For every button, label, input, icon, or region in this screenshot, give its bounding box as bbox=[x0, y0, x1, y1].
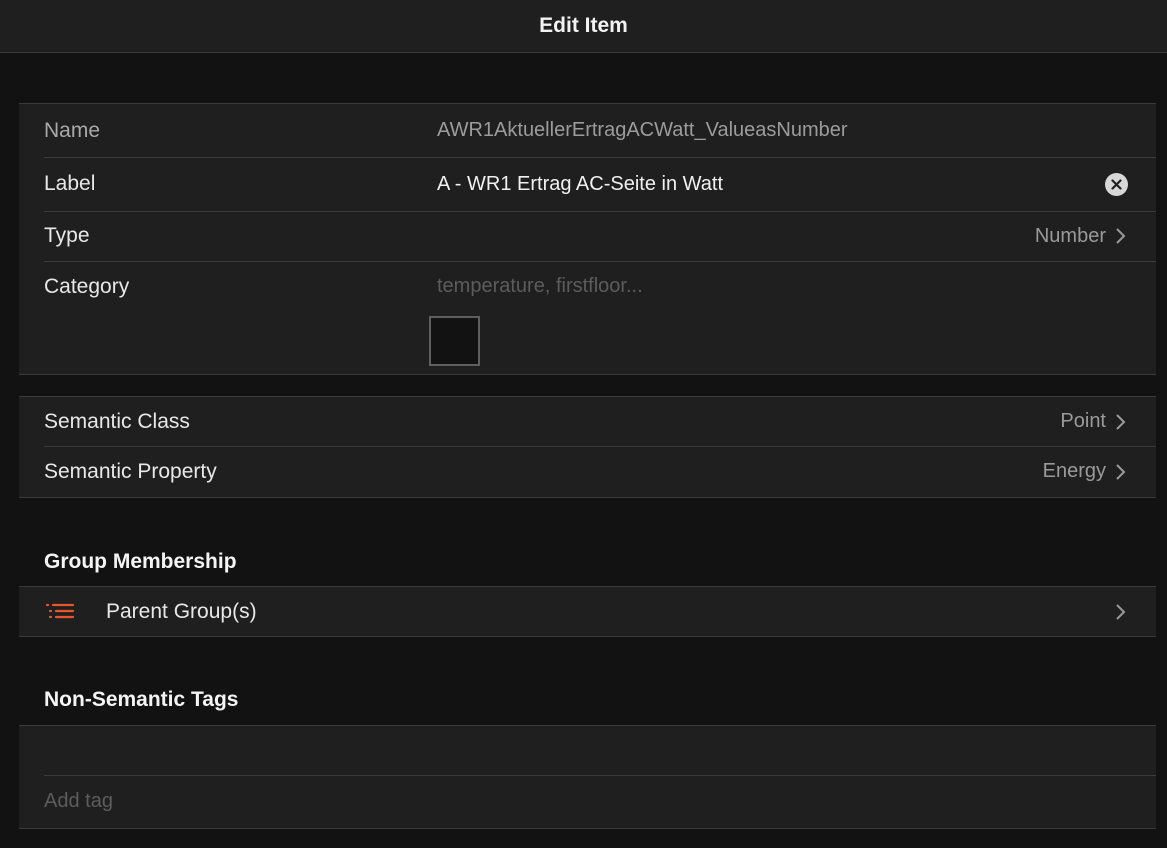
non-semantic-tags-title: Non-Semantic Tags bbox=[44, 688, 239, 711]
semantic-property-row[interactable]: Semantic Property Energy bbox=[19, 446, 1156, 497]
group-membership-list: Parent Group(s) bbox=[19, 586, 1156, 637]
semantic-property-label: Semantic Property bbox=[44, 459, 217, 483]
name-value: AWR1AktuellerErtragACWatt_ValueasNumber bbox=[437, 119, 848, 141]
clear-icon[interactable] bbox=[1105, 172, 1128, 196]
type-label: Type bbox=[44, 224, 90, 247]
semantic-class-selector[interactable]: Point bbox=[1060, 410, 1128, 433]
category-input[interactable]: temperature, firstfloor... bbox=[437, 275, 1128, 298]
list-icon bbox=[45, 603, 75, 618]
category-placeholder: temperature, firstfloor... bbox=[437, 275, 643, 297]
name-label: Name bbox=[44, 118, 101, 142]
category-label: Category bbox=[44, 275, 130, 298]
chevron-right-icon bbox=[1116, 228, 1126, 244]
chevron-right-icon bbox=[1116, 413, 1126, 430]
item-details-list: Name AWR1AktuellerErtragACWatt_ValueasNu… bbox=[19, 103, 1156, 375]
name-row: Name AWR1AktuellerErtragACWatt_ValueasNu… bbox=[19, 104, 1156, 157]
group-membership-title: Group Membership bbox=[44, 550, 237, 573]
chevron-right-icon bbox=[1116, 463, 1126, 480]
chevron-right-icon bbox=[1116, 603, 1126, 620]
parent-groups-label: Parent Group(s) bbox=[106, 599, 257, 623]
page-title: Edit Item bbox=[539, 14, 628, 37]
category-icon-preview bbox=[429, 316, 480, 366]
type-value: Number bbox=[1034, 224, 1106, 247]
tags-chips-row bbox=[19, 726, 1156, 775]
semantic-class-label: Semantic Class bbox=[44, 409, 190, 433]
navbar: Edit Item bbox=[0, 0, 1167, 53]
type-selector[interactable]: Number bbox=[1035, 225, 1128, 248]
tags-list: Add tag bbox=[19, 725, 1156, 829]
category-row: Category temperature, firstfloor... bbox=[19, 261, 1156, 374]
parent-groups-row[interactable]: Parent Group(s) bbox=[19, 587, 1156, 636]
semantic-class-value: Point bbox=[1060, 410, 1106, 432]
add-tag-row[interactable]: Add tag bbox=[19, 775, 1156, 828]
add-tag-input[interactable]: Add tag bbox=[44, 790, 113, 813]
semantic-class-row[interactable]: Semantic Class Point bbox=[19, 397, 1156, 446]
label-input[interactable]: A - WR1 Ertrag AC-Seite in Watt bbox=[437, 173, 1105, 196]
semantic-property-value: Energy bbox=[1042, 460, 1106, 482]
semantics-list: Semantic Class Point Semantic Property E… bbox=[19, 396, 1156, 498]
type-row[interactable]: Type Number bbox=[19, 211, 1156, 261]
semantic-property-selector[interactable]: Energy bbox=[1043, 460, 1128, 483]
label-row[interactable]: Label A - WR1 Ertrag AC-Seite in Watt bbox=[19, 157, 1156, 211]
label-label: Label bbox=[44, 172, 96, 195]
